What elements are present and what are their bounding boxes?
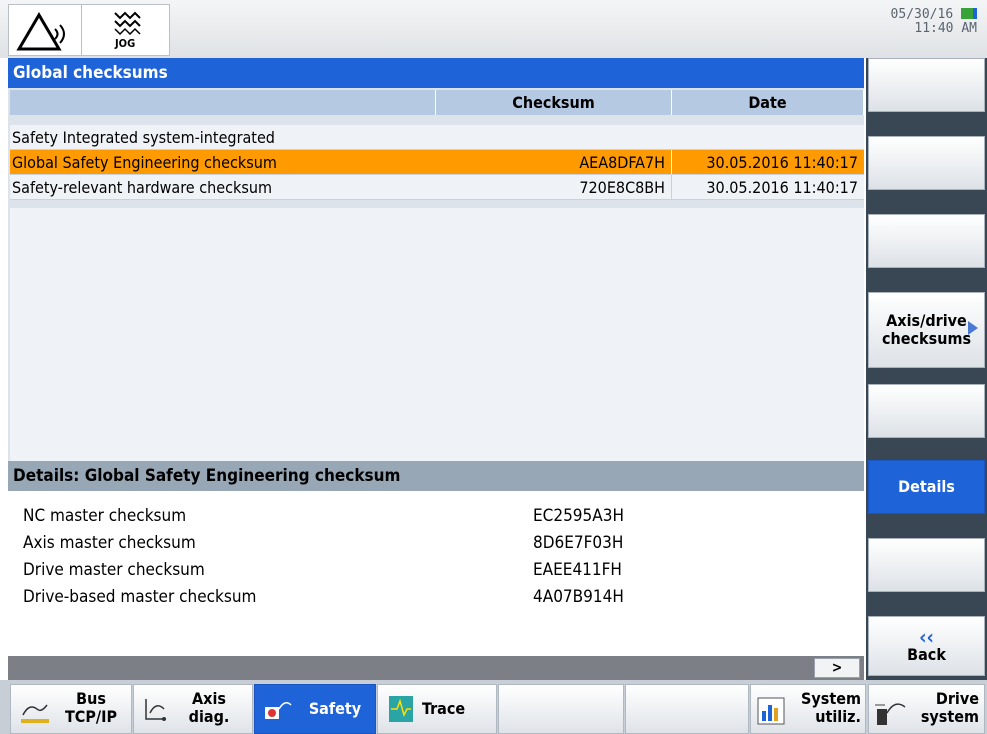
detail-value-drive: EAEE411FH — [533, 560, 622, 580]
vsoftkey-label: Back — [907, 645, 946, 664]
vsoftkey-label: checksums — [881, 329, 972, 348]
mode-label: JOG — [115, 37, 136, 50]
bus-network-icon — [21, 704, 49, 723]
hsoftkey-label: System — [801, 689, 861, 708]
date-time-display: 05/30/16 11:40 AM — [891, 8, 977, 36]
jog-mode-icon — [114, 11, 141, 35]
drive-system-icon — [875, 703, 906, 725]
column-header-date: Date — [672, 90, 864, 115]
safety-icon — [265, 702, 292, 719]
table-row[interactable]: Global Safety Engineering checksum AEA8D… — [10, 150, 864, 175]
hsoftkey-label: Trace — [422, 699, 466, 718]
axis-diagnostics-icon — [145, 699, 166, 721]
hsoftkey-label: Bus — [76, 689, 106, 708]
hsoftkey-label: diag. — [188, 707, 230, 726]
hsoftkey-label: Safety — [308, 699, 362, 718]
detail-value-axis: 8D6E7F03H — [533, 533, 624, 553]
panel-title: Global checksums — [8, 58, 864, 88]
details-panel: NC master checksum EC2595A3H Axis master… — [8, 491, 864, 656]
back-button[interactable]: ‹‹ Back — [868, 616, 985, 676]
axis-diag-button[interactable]: Axis diag. — [133, 684, 253, 734]
bus-tcpip-button[interactable]: Bus TCP/IP — [10, 684, 132, 734]
column-header-checksum: Checksum — [436, 90, 672, 115]
system-utilization-icon — [757, 697, 785, 725]
table-row[interactable]: Safety-relevant hardware checksum 720E8C… — [10, 175, 864, 200]
system-utilization-button[interactable]: System utiliz. — [750, 684, 866, 734]
trace-button[interactable]: Trace — [377, 684, 497, 734]
table-header-row: Checksum Date — [10, 90, 864, 115]
vsoftkey-label: Details — [898, 477, 955, 496]
machine-alarm-icon — [16, 12, 65, 51]
vsoftkey-5[interactable] — [868, 384, 985, 438]
safety-button[interactable]: Safety — [254, 684, 376, 734]
detail-label-axis: Axis master checksum — [23, 533, 196, 553]
row-checksum: 720E8C8BH — [436, 175, 672, 199]
row-date: 30.05.2016 11:40:17 — [706, 178, 858, 197]
network-status-icon — [961, 8, 977, 19]
hsoftkey-label: Drive — [935, 689, 979, 708]
details-button[interactable]: Details — [868, 460, 985, 514]
vsoftkey-label: Axis/drive — [886, 311, 967, 330]
time-text: 11:40 AM — [914, 21, 977, 36]
drive-system-button[interactable]: Drive system — [868, 684, 985, 734]
row-checksum: AEA8DFA7H — [436, 150, 672, 174]
trace-icon — [389, 696, 413, 722]
hsoftkey-label: system — [920, 707, 979, 726]
hsoftkey-label: Axis — [192, 689, 226, 708]
row-date: 30.05.2016 11:40:17 — [706, 153, 858, 172]
axis-drive-checksums-button[interactable]: Axis/drive checksums — [868, 292, 985, 368]
operating-mode-box: JOG — [8, 4, 170, 56]
group-label: Safety Integrated system-integrated — [12, 128, 275, 147]
detail-value-drive-based: 4A07B914H — [533, 587, 624, 607]
vsoftkey-7[interactable] — [868, 538, 985, 592]
hsoftkey-label: utiliz. — [815, 707, 861, 726]
detail-label-nc: NC master checksum — [23, 506, 187, 526]
submenu-arrow-icon — [968, 321, 978, 335]
row-name: Global Safety Engineering checksum — [12, 153, 277, 172]
horizontal-scrollbar[interactable]: > — [8, 656, 864, 680]
hsoftkey-label: TCP/IP — [64, 707, 118, 726]
row-name: Safety-relevant hardware checksum — [12, 178, 273, 197]
vsoftkey-1[interactable] — [868, 58, 985, 112]
detail-label-drive: Drive master checksum — [23, 560, 205, 580]
back-arrow-icon: ‹‹ — [919, 625, 934, 649]
vsoftkey-3[interactable] — [868, 214, 985, 268]
table-empty-area — [10, 208, 864, 461]
vsoftkey-2[interactable] — [868, 136, 985, 190]
date-text: 05/30/16 — [890, 7, 954, 22]
hsoftkey-6[interactable] — [625, 684, 749, 734]
group-row: Safety Integrated system-integrated — [10, 125, 864, 150]
column-header-name — [10, 90, 436, 115]
hsoftkey-5[interactable] — [498, 684, 624, 734]
scroll-right-button[interactable]: > — [814, 658, 860, 678]
detail-label-drive-based: Drive-based master checksum — [23, 587, 257, 607]
details-title: Details: Global Safety Engineering check… — [8, 461, 864, 491]
detail-value-nc: EC2595A3H — [533, 506, 624, 526]
